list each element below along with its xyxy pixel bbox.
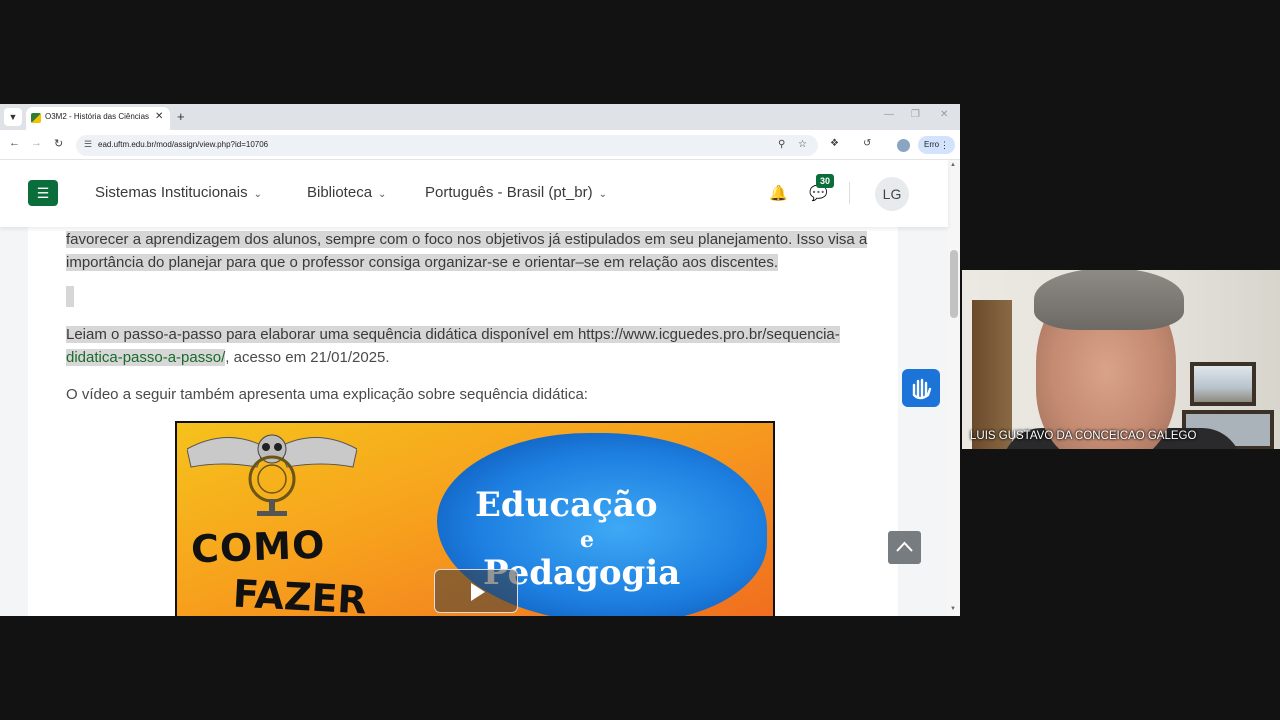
video-text-como: COMO	[190, 522, 327, 572]
reload-icon[interactable]: ↻	[54, 137, 63, 150]
site-info-icon[interactable]: ☰	[84, 139, 92, 150]
bell-icon[interactable]: 🔔	[769, 184, 788, 202]
chevron-down-icon: ⌄	[598, 189, 607, 200]
messages-badge: 30	[816, 174, 834, 188]
plus-icon[interactable]: +	[177, 109, 185, 124]
assignment-content: favorecer a aprendizagem dos alunos, sem…	[28, 227, 898, 616]
chevron-down-icon: ⌄	[378, 189, 387, 200]
play-icon	[471, 583, 485, 601]
chevron-down-icon: ⌄	[253, 189, 262, 200]
hand-sign-icon	[912, 378, 932, 400]
chevron-up-icon	[896, 541, 913, 552]
profile-avatar[interactable]	[897, 139, 910, 152]
intro-text: favorecer a aprendizagem dos alunos, sem…	[66, 231, 868, 271]
participant-video-tile: LUIS GUSTAVO DA CONCEICAO GALEGO	[962, 270, 1280, 449]
video-title-e: e	[580, 527, 594, 553]
tab-title: O3M2 - História das Ciências e	[45, 112, 149, 121]
owl-logo	[187, 434, 357, 516]
nav-biblioteca-label: Biblioteca	[307, 184, 373, 201]
window-close-icon[interactable]: ✕	[940, 109, 948, 120]
extensions-icon[interactable]: ❖	[830, 138, 839, 149]
play-button[interactable]	[434, 569, 518, 613]
video-text-fazer: FAZER	[231, 571, 368, 616]
access-date-text: , acesso em 21/01/2025.	[225, 348, 390, 366]
tab-strip: ▼ O3M2 - História das Ciências e ✕ + — ❐…	[0, 104, 960, 130]
instructions-paragraph: Leiam o passo-a-passo para elaborar uma …	[66, 324, 882, 369]
participant-hair	[1034, 270, 1184, 330]
address-bar[interactable]: ☰ ead.uftm.edu.br/mod/assign/view.php?id…	[76, 135, 818, 156]
sequencia-link[interactable]: didatica-passo-a-passo/	[66, 348, 226, 366]
video-embed[interactable]: COMO FAZER Educação e Pedagogia	[175, 421, 775, 616]
web-page: ☰ Sistemas Institucionais ⌄ Biblioteca ⌄ P…	[0, 160, 960, 616]
minimize-icon[interactable]: —	[884, 109, 894, 120]
back-to-top-button[interactable]	[888, 531, 921, 564]
video-picture-frame	[1190, 362, 1256, 406]
site-header: ☰ Sistemas Institucionais ⌄ Biblioteca ⌄ P…	[0, 160, 948, 227]
profile-error-label: Erro	[924, 140, 940, 149]
star-icon[interactable]: ☆	[798, 139, 807, 150]
user-avatar[interactable]: LG	[875, 177, 909, 211]
url-text: ead.uftm.edu.br/mod/assign/view.php?id=1…	[98, 140, 269, 149]
nav-biblioteca[interactable]: Biblioteca ⌄	[307, 184, 386, 201]
zoom-icon[interactable]: ⚲	[778, 139, 785, 150]
tab-menu-icon[interactable]: ▼	[4, 108, 22, 126]
more-menu-icon[interactable]: ⋮	[940, 136, 949, 154]
nav-language-label: Português - Brasil (pt_br)	[425, 184, 593, 201]
screen: ▼ O3M2 - História das Ciências e ✕ + — ❐…	[0, 0, 1280, 720]
browser-toolbar: ← → ↻ ☰ ead.uftm.edu.br/mod/assign/view.…	[0, 130, 960, 160]
accessibility-vlibras-button[interactable]	[902, 369, 940, 407]
back-icon[interactable]: ←	[9, 137, 20, 149]
video-intro-paragraph: O vídeo a seguir também apresenta uma ex…	[66, 386, 588, 403]
nav-sistemas[interactable]: Sistemas Institucionais ⌄	[95, 184, 262, 201]
scroll-thumb[interactable]	[950, 250, 958, 318]
video-title-educacao: Educação	[475, 485, 658, 525]
highlight-block	[66, 286, 74, 307]
participant-name: LUIS GUSTAVO DA CONCEICAO GALEGO	[970, 430, 1197, 442]
favicon-icon	[31, 113, 41, 123]
instructions-text: Leiam o passo-a-passo para elaborar uma …	[66, 326, 840, 343]
nav-sistemas-label: Sistemas Institucionais	[95, 184, 248, 201]
menu-icon[interactable]: ☰	[28, 180, 58, 206]
page-scrollbar[interactable]: ▲ ▼	[948, 160, 960, 616]
profile-error-button[interactable]: Erro ⋮	[918, 136, 955, 154]
nav-language[interactable]: Português - Brasil (pt_br) ⌄	[425, 184, 607, 201]
history-icon[interactable]: ↺	[863, 138, 871, 149]
header-divider	[849, 182, 850, 204]
intro-paragraph: favorecer a aprendizagem dos alunos, sem…	[66, 229, 882, 274]
close-icon[interactable]: ✕	[155, 111, 163, 122]
video-door	[972, 300, 1012, 449]
browser-tab[interactable]: O3M2 - História das Ciências e ✕	[26, 107, 170, 130]
scroll-up-icon[interactable]: ▲	[950, 162, 956, 168]
scroll-down-icon[interactable]: ▼	[950, 606, 956, 612]
restore-icon[interactable]: ❐	[911, 109, 920, 120]
forward-icon[interactable]: →	[31, 137, 42, 149]
browser-window: ▼ O3M2 - História das Ciências e ✕ + — ❐…	[0, 104, 960, 616]
